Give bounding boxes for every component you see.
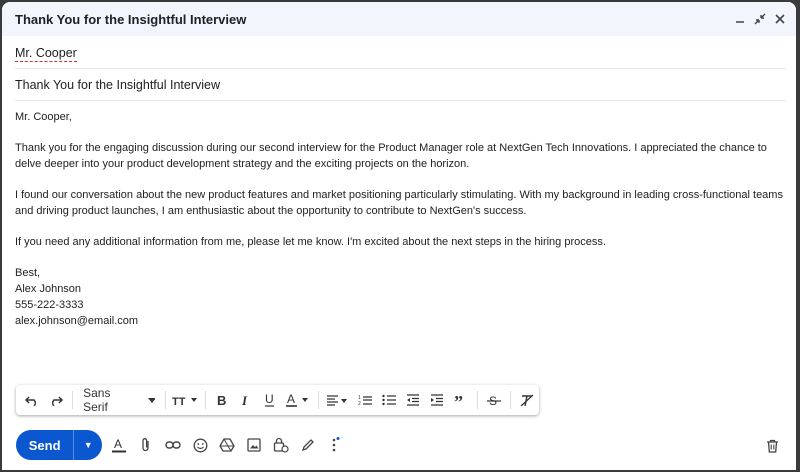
compose-titlebar[interactable]: Thank You for the Insightful Interview bbox=[2, 2, 796, 36]
formatting-options-icon[interactable]: A bbox=[110, 436, 128, 454]
bold-icon[interactable]: B bbox=[210, 389, 234, 411]
numbered-list-icon[interactable]: 12 bbox=[353, 389, 377, 411]
confidential-mode-icon[interactable] bbox=[272, 436, 290, 454]
signature-email: alex.johnson@email.com bbox=[15, 315, 139, 327]
insert-photo-icon[interactable] bbox=[245, 436, 263, 454]
more-options-icon[interactable] bbox=[326, 436, 344, 454]
underline-icon[interactable]: U bbox=[258, 389, 282, 411]
bulleted-list-icon[interactable] bbox=[377, 389, 401, 411]
redo-icon[interactable] bbox=[44, 389, 68, 411]
formatting-toolbar: Sans Serif TT B I U A 12 ” bbox=[16, 385, 539, 415]
chevron-down-icon bbox=[147, 397, 155, 403]
toolbar-divider bbox=[164, 391, 166, 409]
font-family-select[interactable]: Sans Serif bbox=[77, 386, 161, 414]
svg-text:U: U bbox=[265, 393, 274, 406]
text-color-icon[interactable]: A bbox=[282, 389, 314, 411]
link-icon[interactable] bbox=[164, 436, 182, 454]
send-label: Send bbox=[28, 437, 61, 453]
subject-text: Thank You for the Insightful Interview bbox=[15, 78, 220, 92]
attach-icon[interactable] bbox=[137, 436, 155, 454]
send-options-icon[interactable]: ▼ bbox=[73, 430, 102, 460]
compose-window: Thank You for the Insightful Interview M… bbox=[2, 2, 796, 470]
to-field[interactable]: Mr. Cooper bbox=[15, 40, 786, 69]
minimize-icon[interactable] bbox=[734, 11, 746, 27]
toolbar-divider bbox=[205, 391, 207, 409]
svg-text:I: I bbox=[241, 394, 248, 406]
greeting: Mr. Cooper, bbox=[15, 111, 72, 123]
close-icon[interactable] bbox=[774, 11, 786, 27]
font-size-icon[interactable]: TT bbox=[170, 389, 202, 411]
signature-phone: 555-222-3333 bbox=[15, 299, 84, 311]
signature-name: Alex Johnson bbox=[15, 283, 82, 295]
strikethrough-icon[interactable]: S bbox=[482, 389, 506, 411]
indent-less-icon[interactable] bbox=[401, 389, 425, 411]
align-icon[interactable] bbox=[323, 389, 353, 411]
toolbar-divider bbox=[476, 391, 478, 409]
signature-closing: Best, bbox=[15, 267, 41, 279]
toolbar-divider bbox=[317, 391, 319, 409]
signature-pen-icon[interactable] bbox=[299, 436, 317, 454]
send-button[interactable]: Send ▼ bbox=[16, 430, 102, 460]
signature: Best, Alex Johnson 555-222-3333 alex.joh… bbox=[15, 265, 785, 329]
svg-text:A: A bbox=[114, 437, 122, 451]
svg-text:A: A bbox=[287, 393, 295, 406]
drive-icon[interactable] bbox=[218, 436, 236, 454]
subject-field[interactable]: Thank You for the Insightful Interview bbox=[15, 69, 786, 101]
font-family-label: Sans Serif bbox=[83, 386, 111, 414]
undo-icon[interactable] bbox=[20, 389, 44, 411]
toolbar-divider bbox=[72, 391, 74, 409]
italic-icon[interactable]: I bbox=[234, 389, 258, 411]
recipient-chip[interactable]: Mr. Cooper bbox=[15, 46, 77, 62]
remove-formatting-icon[interactable] bbox=[515, 389, 539, 411]
compose-title: Thank You for the Insightful Interview bbox=[15, 12, 247, 27]
svg-text:”: ” bbox=[454, 394, 463, 406]
svg-text:B: B bbox=[217, 394, 226, 406]
paragraph-2: I found our conversation about the new p… bbox=[15, 189, 783, 217]
paragraph-3: If you need any additional information f… bbox=[15, 236, 606, 248]
exit-fullscreen-icon[interactable] bbox=[754, 11, 766, 27]
quote-icon[interactable]: ” bbox=[449, 389, 473, 411]
indent-more-icon[interactable] bbox=[425, 389, 449, 411]
emoji-icon[interactable] bbox=[191, 436, 209, 454]
message-body[interactable]: Mr. Cooper, Thank you for the engaging d… bbox=[15, 109, 785, 329]
svg-text:2: 2 bbox=[358, 401, 361, 406]
discard-draft-icon[interactable] bbox=[763, 437, 781, 455]
paragraph-1: Thank you for the engaging discussion du… bbox=[15, 142, 767, 170]
svg-text:TT: TT bbox=[172, 396, 186, 406]
toolbar-divider bbox=[509, 391, 511, 409]
